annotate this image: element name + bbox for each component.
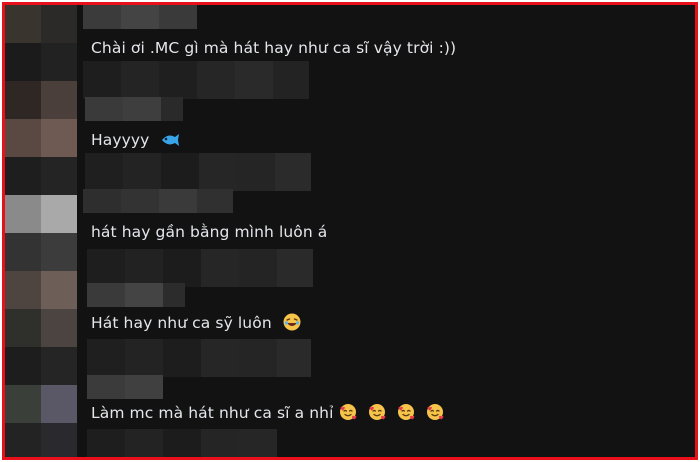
censored-reply-meta	[79, 429, 319, 457]
smiling-face-with-hearts-icon	[368, 404, 385, 420]
censored-avatars	[5, 5, 77, 457]
censored-username	[79, 283, 689, 307]
comment-thread-screenshot: Chài ơi .MC gì mà hát hay như ca sĩ vậy …	[2, 2, 698, 460]
censored-username	[79, 375, 689, 399]
comment-item: Chài ơi .MC gì mà hát hay như ca sĩ vậy …	[79, 5, 689, 99]
smiling-face-with-hearts-icon	[339, 404, 356, 420]
fish-icon	[162, 134, 180, 146]
comment-item: hát hay gần bằng mình luôn á	[79, 189, 689, 287]
censored-username	[79, 97, 689, 121]
comment-text: Chài ơi .MC gì mà hát hay như ca sĩ vậy …	[91, 39, 457, 57]
censored-username	[79, 5, 689, 29]
censored-reply-meta	[79, 249, 319, 287]
comment-text: Làm mc mà hát như ca sĩ a nhỉ	[91, 403, 444, 422]
laughing-face-icon	[283, 313, 301, 331]
comment-item: Làm mc mà hát như ca sĩ a nhỉ	[79, 375, 689, 457]
comment-text: Hayyyy	[91, 131, 180, 149]
smiling-face-with-hearts-icon	[397, 404, 414, 420]
comment-text: Hát hay như ca sỹ luôn	[91, 313, 301, 332]
censored-reply-meta	[79, 339, 319, 377]
censored-reply-meta	[79, 153, 319, 191]
censored-username	[79, 189, 689, 213]
comment-text: hát hay gần bằng mình luôn á	[91, 223, 328, 241]
censored-reply-meta	[79, 61, 319, 99]
comment-item: Hayyyy	[79, 97, 689, 191]
smiling-face-with-hearts-icon	[426, 404, 444, 420]
comment-item: Hát hay như ca sỹ luôn	[79, 283, 689, 377]
